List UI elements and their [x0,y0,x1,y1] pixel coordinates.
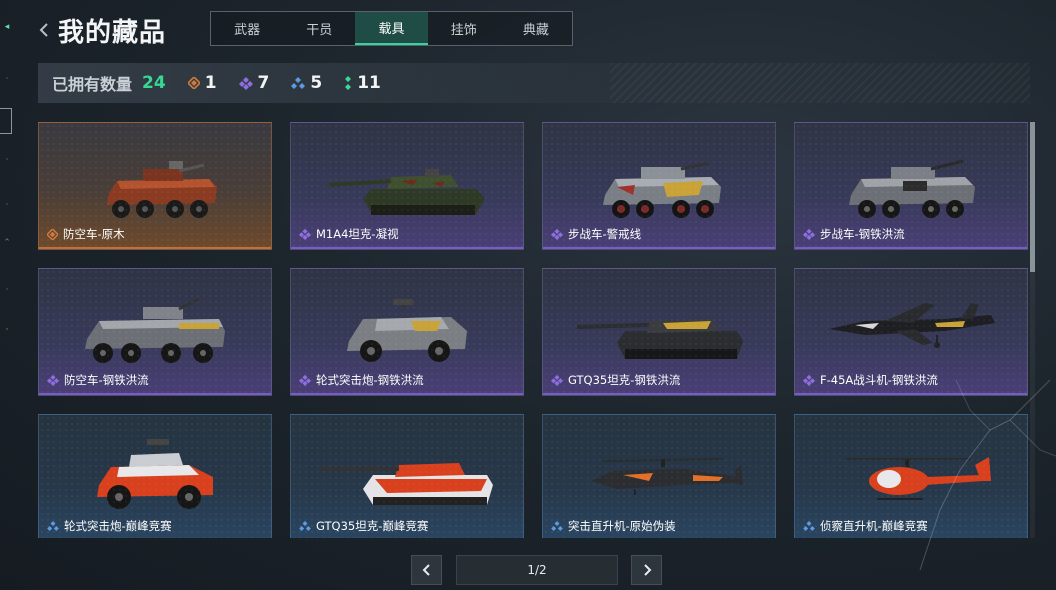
vehicle-card[interactable]: F-45A战斗机-钢铁洪流 [794,268,1028,396]
tab-vehicles[interactable]: 载具 [355,12,428,45]
wheeled-ifv-image [603,161,721,218]
vehicle-card[interactable]: GTQ35坦克-钢铁洪流 [542,268,776,396]
tab-operators[interactable]: 干员 [283,12,355,45]
vehicle-card[interactable]: GTQ35坦克-巅峰竞赛 [290,414,524,538]
rail-tick-icon: · [5,200,9,210]
vehicle-card[interactable]: 防空车-钢铁洪流 [38,268,272,396]
blue-rarity-icon [551,521,563,531]
blue-rarity-icon [299,521,311,531]
purple-rarity-icon [299,228,311,240]
vehicle-name: 步战车-警戒线 [568,227,642,241]
fighter-jet-image [829,303,995,348]
grid-scrollbar[interactable] [1030,122,1035,538]
rail-selected-box[interactable] [0,108,12,134]
tab-collection[interactable]: 典藏 [500,12,572,45]
vehicle-name: GTQ35坦克-钢铁洪流 [568,373,681,387]
vehicle-card[interactable]: 步战车-警戒线 [542,122,776,250]
tank-image [328,169,485,215]
owned-total: 24 [142,73,166,93]
rail-tick-icon: · [5,285,9,295]
wheeled-aa-vehicle-image [85,297,225,363]
vehicle-name: 侦察直升机-巅峰竞赛 [820,519,928,533]
rarity-count-blue: 5 [291,73,322,93]
tank-image [321,463,493,505]
vehicle-name: 轮式突击炮-巅峰竞赛 [64,519,172,533]
green-rarity-icon [345,76,352,90]
rail-caret-up-icon[interactable]: ⌃ [0,238,14,248]
wheeled-ifv-image [849,159,975,218]
tank-image [576,319,743,359]
vehicle-name: 突击直升机-原始伪装 [568,519,676,533]
blue-rarity-icon [291,77,306,89]
previous-page-button[interactable] [411,555,442,585]
purple-rarity-icon [238,77,253,90]
chevron-left-icon [39,23,48,37]
vehicle-card[interactable]: 步战车-钢铁洪流 [794,122,1028,250]
blue-rarity-icon [47,521,59,531]
vehicle-name: 防空车-原木 [63,227,125,241]
vehicle-card[interactable]: 轮式突击炮-钢铁洪流 [290,268,524,396]
vehicle-grid: 防空车-原木 M1A4坦克-凝视 步战车-警戒线 步战车-钢铁洪流 防空车-钢铁… [38,122,1030,538]
rail-indicator-icon: ◂ [4,22,10,32]
rail-tick-icon: · [5,325,9,335]
tab-weapons[interactable]: 武器 [211,12,283,45]
vehicle-name: 步战车-钢铁洪流 [820,227,905,241]
vehicle-name: 防空车-钢铁洪流 [64,373,149,387]
vehicle-card[interactable]: M1A4坦克-凝视 [290,122,524,250]
chevron-right-icon [643,564,651,576]
armored-car-image [97,439,213,509]
page-indicator: 1/2 [456,555,618,585]
vehicle-name: F-45A战斗机-钢铁洪流 [820,373,938,387]
left-rail: ◂ · · · ⌃ · · [0,0,18,590]
rarity-count-value: 1 [204,73,217,93]
next-page-button[interactable] [631,555,662,585]
scout-helicopter-image [845,457,991,500]
vehicle-name: 轮式突击炮-钢铁洪流 [316,373,424,387]
owned-count-bar: 已拥有数量 24 1 7 5 11 [38,63,1030,103]
vehicle-card[interactable]: 轮式突击炮-巅峰竞赛 [38,414,272,538]
orange-rarity-icon [47,228,58,240]
rail-tick-icon: · [5,74,9,84]
purple-rarity-icon [551,374,563,386]
armored-car-image [347,299,467,362]
page-title: 我的藏品 [58,18,167,48]
purple-rarity-icon [803,374,815,386]
rarity-count-purple: 7 [238,73,270,93]
blue-rarity-icon [803,521,815,531]
tab-charms[interactable]: 挂饰 [428,12,500,45]
attack-helicopter-image [591,458,743,495]
vehicle-name: M1A4坦克-凝视 [316,227,399,241]
rarity-count-value: 5 [310,73,323,93]
purple-rarity-icon [803,228,815,240]
orange-rarity-icon [187,77,200,89]
rarity-count-green: 11 [344,73,381,93]
purple-rarity-icon [299,374,311,386]
rarity-count-orange: 1 [187,73,217,93]
rail-tick-icon: · [5,155,9,165]
purple-rarity-icon [551,228,563,240]
back-button[interactable] [36,18,52,42]
rarity-count-value: 7 [257,73,270,93]
owned-label: 已拥有数量 [52,75,133,94]
category-tabs: 武器 干员 载具 挂饰 典藏 [210,11,573,46]
vehicle-card[interactable]: 突击直升机-原始伪装 [542,414,776,538]
scroll-thumb[interactable] [1030,122,1035,272]
vehicle-card[interactable]: 防空车-原木 [38,122,272,250]
purple-rarity-icon [47,374,59,386]
rarity-count-value: 11 [357,73,381,93]
vehicle-name: GTQ35坦克-巅峰竞赛 [316,519,429,533]
wheeled-aa-vehicle-image [107,161,217,218]
vehicle-card[interactable]: 侦察直升机-巅峰竞赛 [794,414,1028,538]
chevron-left-icon [422,564,430,576]
